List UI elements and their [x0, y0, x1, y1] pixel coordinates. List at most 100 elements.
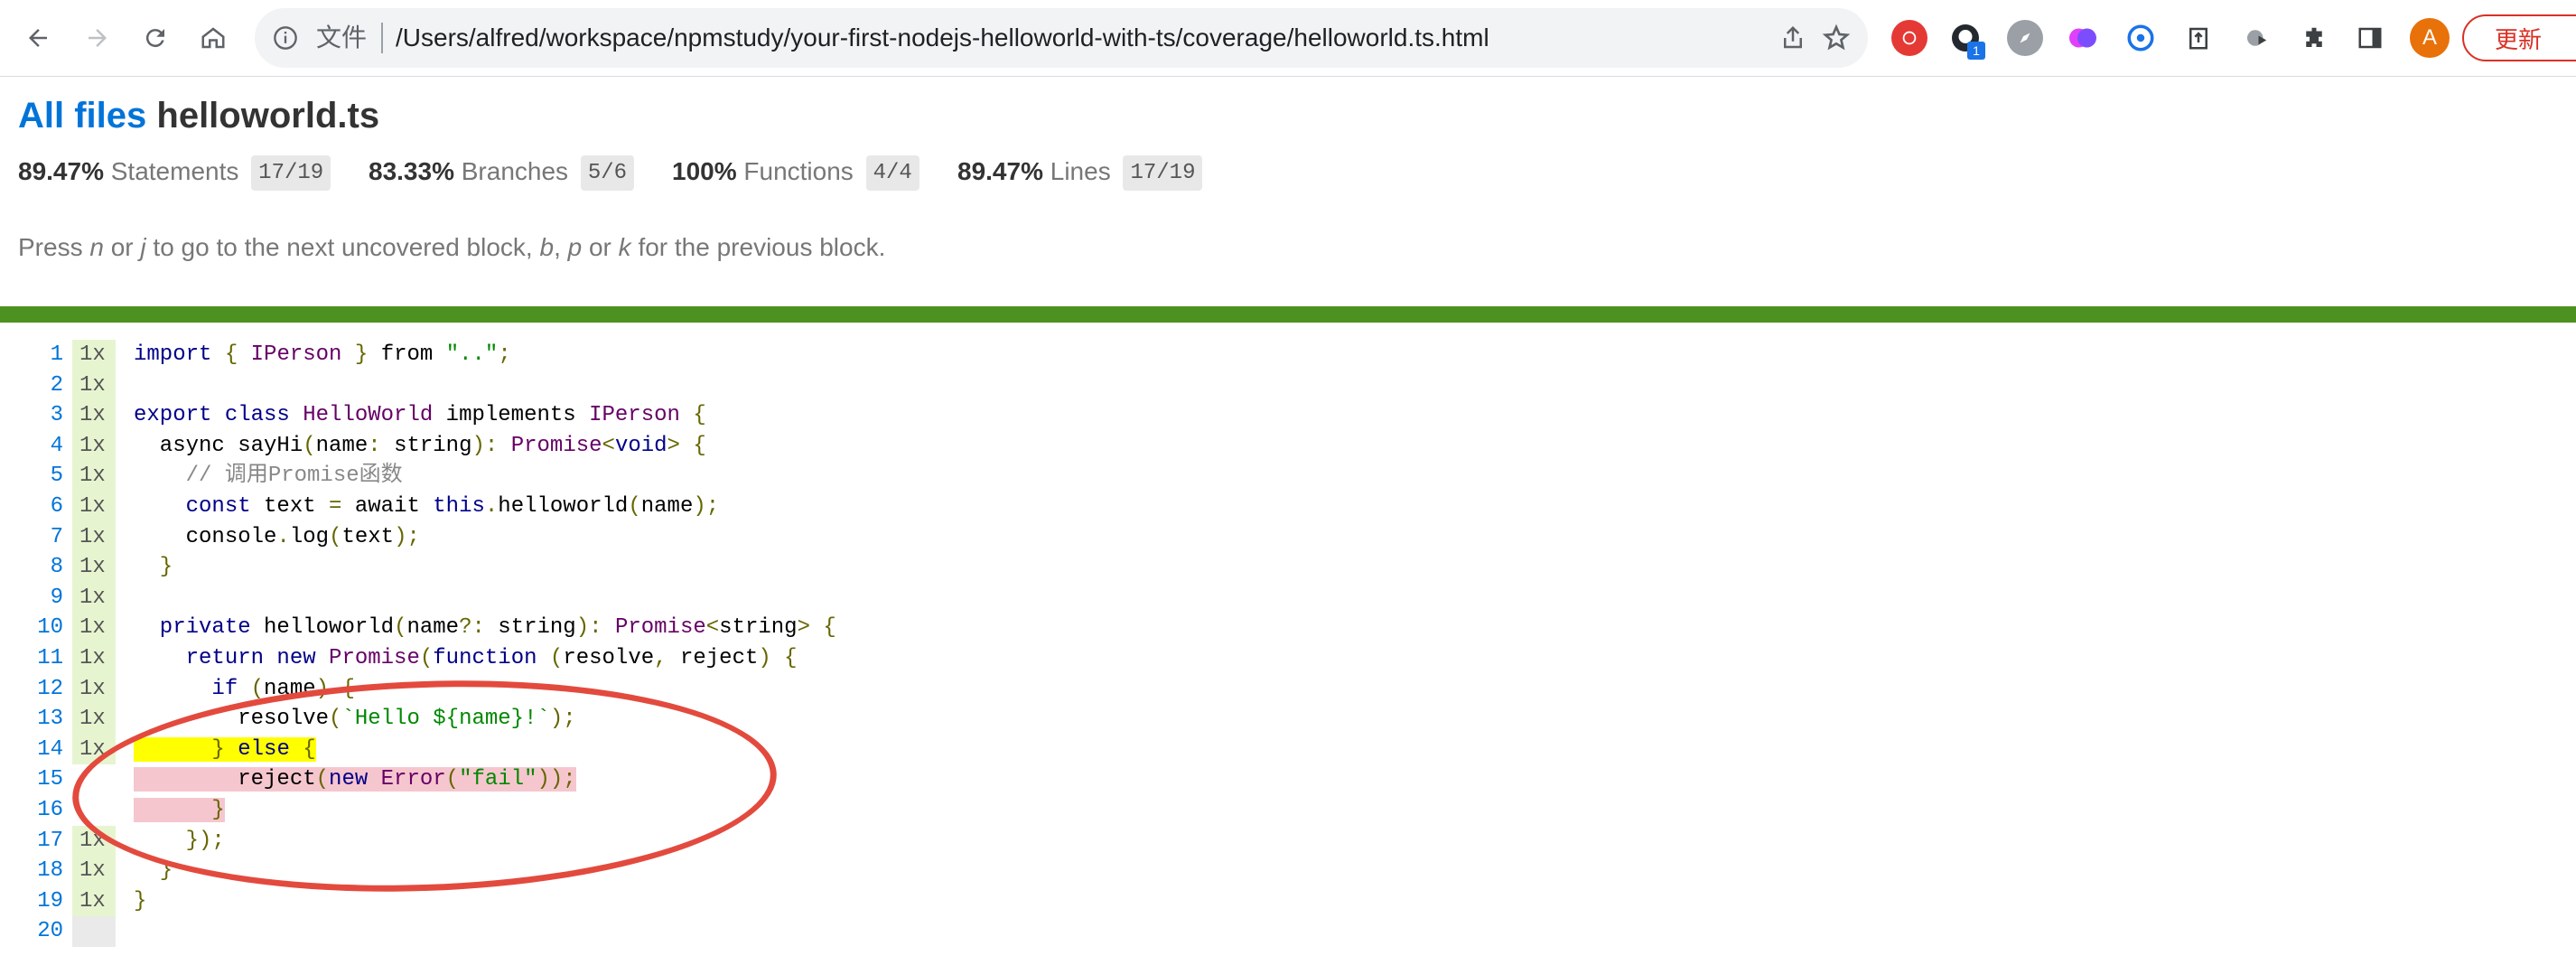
code-token: ( [537, 645, 564, 670]
line-number[interactable]: 20 [0, 916, 63, 947]
all-files-link[interactable]: All files [18, 96, 146, 136]
line-number[interactable]: 8 [0, 552, 63, 583]
code-token: , [654, 645, 680, 670]
page-title: All files helloworld.ts [18, 96, 379, 136]
source-code: export class HelloWorld implements IPers… [134, 400, 706, 431]
code-token: } [341, 342, 381, 367]
code-token: . [484, 493, 499, 519]
code-token: ); [394, 524, 420, 549]
metric-percent: 100% [672, 156, 737, 185]
line-number[interactable]: 11 [0, 643, 63, 674]
github-extension-icon[interactable]: 1 [1947, 20, 1985, 60]
code-token: } [134, 555, 173, 580]
source-code: } [134, 552, 173, 583]
code-line: 20 [0, 916, 2576, 947]
hint-text: to go to the next uncovered block, [145, 233, 540, 261]
code-token: name [640, 493, 694, 519]
info-icon[interactable] [273, 25, 298, 51]
line-number[interactable]: 1 [0, 340, 63, 370]
line-number[interactable]: 18 [0, 856, 63, 886]
hint-text: for the previous block. [630, 233, 886, 261]
metric-label: Branches [461, 156, 569, 185]
profile-avatar[interactable]: A [2410, 18, 2450, 58]
code-token: IPerson [589, 403, 680, 428]
line-number[interactable]: 19 [0, 886, 63, 917]
line-hit-count: 1x [72, 521, 116, 553]
code-line: 6 1x const text = await this.helloworld(n… [0, 491, 2576, 522]
source-code: const text = await this.helloworld(name)… [134, 492, 720, 522]
line-number[interactable]: 7 [0, 522, 63, 553]
metric-fraction: 17/19 [251, 155, 331, 191]
code-token: ( [419, 645, 434, 670]
brain-extension-icon[interactable] [2065, 20, 2101, 56]
clipboard-extension-icon[interactable] [2180, 20, 2217, 56]
keyboard-hint: Press n or j to go to the next uncovered… [18, 233, 885, 262]
code-token: string [719, 615, 798, 641]
coverage-status-bar [0, 306, 2576, 323]
code-token: function [433, 645, 537, 670]
compass-extension-icon[interactable] [2007, 20, 2043, 56]
code-token: const [134, 493, 251, 519]
home-icon[interactable] [193, 18, 233, 58]
reload-icon[interactable] [135, 18, 175, 58]
password-extension-icon[interactable] [2123, 20, 2159, 56]
line-number[interactable]: 5 [0, 461, 63, 492]
line-number[interactable]: 17 [0, 826, 63, 857]
forward-icon[interactable] [78, 18, 117, 58]
back-icon[interactable] [18, 18, 58, 58]
side-panel-icon[interactable] [2352, 20, 2388, 56]
line-number[interactable]: 15 [0, 764, 63, 795]
line-number[interactable]: 9 [0, 583, 63, 614]
code-token: ?: [459, 615, 499, 641]
extension-red-icon[interactable] [1891, 20, 1927, 56]
line-number[interactable]: 14 [0, 735, 63, 765]
code-token: console [134, 524, 277, 549]
hint-text: Press [18, 233, 90, 261]
line-number[interactable]: 3 [0, 400, 63, 431]
code-token: name [406, 615, 460, 641]
metric-fraction: 4/4 [865, 155, 919, 191]
code-token: return new [134, 645, 330, 670]
code-token: ( [394, 615, 407, 641]
code-token: : [368, 433, 395, 458]
code-token: ( [329, 524, 342, 549]
line-number[interactable]: 13 [0, 704, 63, 735]
star-icon[interactable] [1821, 23, 1852, 53]
extensions-icon[interactable] [2296, 20, 2332, 56]
code-token: string [394, 433, 472, 458]
code-token: Promise [329, 645, 420, 670]
share-icon[interactable] [1778, 23, 1808, 53]
code-token: name [315, 433, 369, 458]
code-token: } [134, 888, 147, 913]
line-number[interactable]: 2 [0, 370, 63, 401]
line-number[interactable]: 10 [0, 613, 63, 643]
hint-key: k [618, 233, 631, 261]
metric-label: Functions [743, 156, 854, 185]
code-token: = [329, 493, 355, 519]
code-line: 11 1x return new Promise(function (resolv… [0, 642, 2576, 674]
code-token: log [289, 524, 330, 549]
line-hit-count: 1x [72, 673, 116, 705]
update-button[interactable]: 更新 [2462, 14, 2576, 61]
line-hit-count: 1x [72, 552, 116, 583]
source-code: // 调用Promise函数 [134, 461, 403, 492]
address-bar[interactable]: 文件 /Users/alfred/workspace/npmstudy/your… [255, 8, 1868, 68]
source-code: import { IPerson } from ".."; [134, 340, 511, 370]
line-number[interactable]: 12 [0, 674, 63, 705]
metric-label: Lines [1050, 156, 1111, 185]
code-token: HelloWorld [303, 403, 434, 428]
url-text[interactable]: /Users/alfred/workspace/npmstudy/your-fi… [396, 24, 1489, 52]
line-number[interactable]: 16 [0, 795, 63, 826]
code-token: reject [679, 645, 759, 670]
line-number[interactable]: 6 [0, 492, 63, 522]
code-token: private [134, 615, 251, 641]
line-number[interactable]: 4 [0, 431, 63, 462]
media-extension-icon[interactable] [2238, 20, 2274, 56]
line-hit-count [72, 916, 116, 947]
extension-badge: 1 [1967, 42, 1985, 60]
code-token: > { [667, 433, 706, 458]
code-token: < [705, 615, 720, 641]
code-line: 2 1x [0, 370, 2576, 401]
metric-statements: 89.47% Statements 17/19 [18, 155, 331, 191]
code-token: > { [797, 615, 836, 641]
